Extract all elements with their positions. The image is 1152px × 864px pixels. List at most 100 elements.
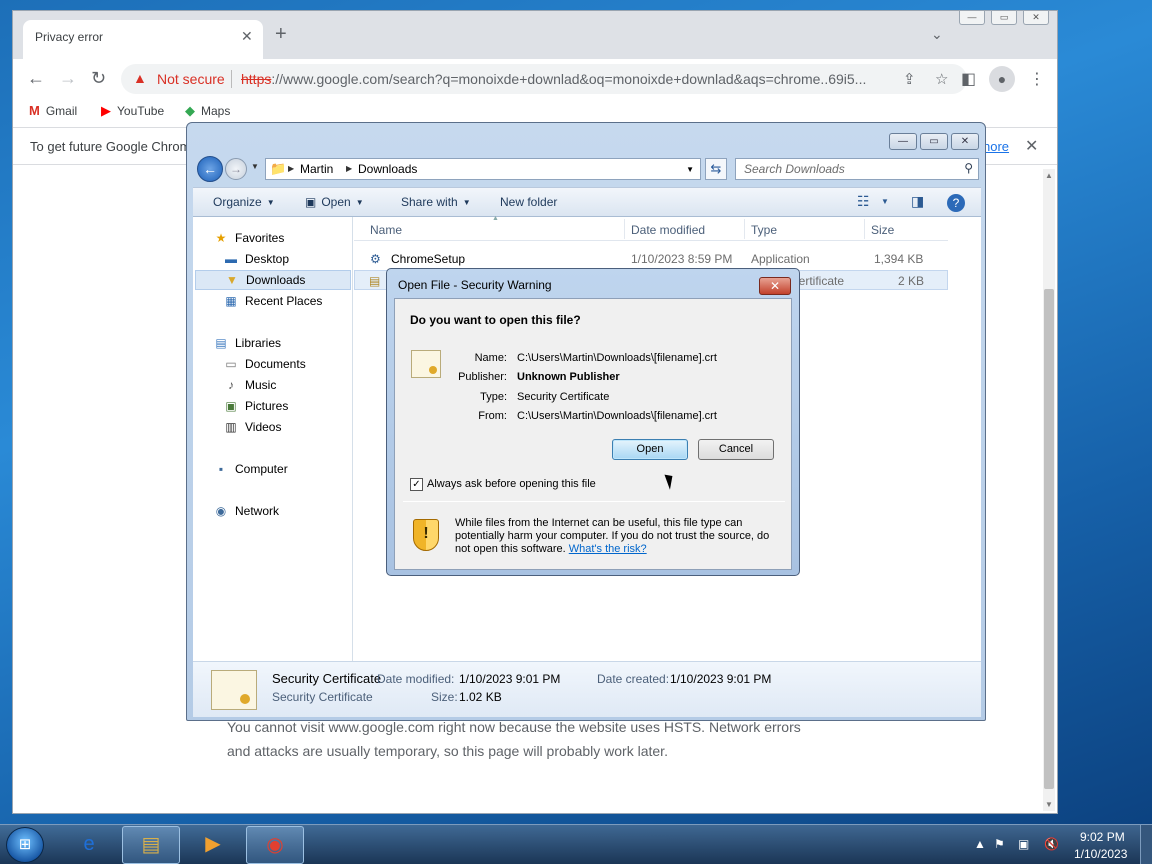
breadcrumb-martin[interactable]: Martin xyxy=(300,162,333,176)
dialog-title: Open File - Security Warning xyxy=(398,278,552,292)
clock-date[interactable]: 1/10/2023 xyxy=(1074,847,1127,861)
minimize-button[interactable]: — xyxy=(959,11,985,25)
always-ask-checkbox[interactable]: ✓ xyxy=(410,478,423,491)
chrome-window-controls: — ▭ ✕ xyxy=(959,11,1049,25)
explorer-minimize-button[interactable]: — xyxy=(889,133,917,150)
media-player-icon[interactable]: ▶ xyxy=(184,826,242,864)
bookmark-maps[interactable]: ◆ Maps xyxy=(185,103,230,119)
share-icon[interactable]: ⇪ xyxy=(903,70,916,88)
show-desktop-button[interactable] xyxy=(1140,825,1152,864)
column-size[interactable]: Size xyxy=(871,223,894,237)
tab-close-icon[interactable]: ✕ xyxy=(241,28,253,45)
file-row[interactable]: ⚙ ChromeSetup 1/10/2023 8:59 PM Applicat… xyxy=(354,249,948,269)
nav-recent-places[interactable]: ▦ Recent Places xyxy=(223,291,379,311)
view-dropdown-icon[interactable]: ▼ xyxy=(881,197,889,206)
url-text[interactable]: https://www.google.com/search?q=monoixde… xyxy=(241,71,901,87)
column-date-modified[interactable]: Date modified xyxy=(631,223,705,237)
nav-libraries-label: Libraries xyxy=(235,336,282,350)
omnibox-divider xyxy=(231,70,232,88)
close-button[interactable]: ✕ xyxy=(1023,11,1049,25)
videos-icon: ▥ xyxy=(225,420,237,434)
nav-network[interactable]: ◉ Network xyxy=(213,501,369,521)
new-tab-button[interactable]: + xyxy=(275,24,287,44)
open-button[interactable]: ▣ Open ▼ xyxy=(305,195,364,209)
view-options-icon[interactable]: ☷ xyxy=(857,193,870,210)
bookmark-gmail[interactable]: M Gmail xyxy=(29,103,77,118)
column-type[interactable]: Type xyxy=(751,223,777,237)
action-center-flag-icon[interactable]: ⚑ xyxy=(994,837,1005,851)
search-icon[interactable]: ⚲ xyxy=(964,161,973,175)
column-separator[interactable] xyxy=(864,219,865,239)
nav-pictures-label: Pictures xyxy=(245,399,289,413)
bookmark-maps-label: Maps xyxy=(201,104,231,118)
details-file-name: Security Certificate xyxy=(272,671,382,686)
share-with-button[interactable]: Share with ▼ xyxy=(401,195,471,209)
downloads-folder-icon: ▼ xyxy=(226,273,238,287)
back-button[interactable]: ← xyxy=(197,156,223,182)
clock-time[interactable]: 9:02 PM xyxy=(1080,830,1125,844)
nav-downloads[interactable]: ▼ Downloads xyxy=(195,270,351,290)
new-folder-button[interactable]: New folder xyxy=(500,195,557,209)
back-arrow-icon[interactable]: ← xyxy=(27,68,45,88)
warning-triangle-icon[interactable]: ▲ xyxy=(133,70,147,86)
column-separator[interactable] xyxy=(624,219,625,239)
side-panel-icon[interactable]: ◧ xyxy=(961,69,976,89)
volume-muted-icon[interactable]: 🔇 xyxy=(1044,837,1059,851)
infobar-learn-more-link[interactable]: nore xyxy=(983,139,1009,154)
address-dropdown-icon[interactable]: ▼ xyxy=(686,165,694,174)
profile-avatar-icon[interactable]: ● xyxy=(989,66,1015,92)
organize-button[interactable]: Organize ▼ xyxy=(213,195,275,209)
explorer-address-bar[interactable]: 📁 ▶ Martin ▶ Downloads ▼ xyxy=(265,158,701,180)
file-explorer-icon[interactable]: ▤ xyxy=(122,826,180,864)
not-secure-label[interactable]: Not secure xyxy=(157,71,225,87)
breadcrumb-downloads[interactable]: Downloads xyxy=(358,162,417,176)
start-button-icon[interactable]: ⊞ xyxy=(6,827,44,863)
whats-the-risk-link[interactable]: What's the risk? xyxy=(569,543,647,555)
bookmark-star-icon[interactable]: ☆ xyxy=(935,70,948,88)
nav-computer[interactable]: ▪ Computer xyxy=(213,459,369,479)
explorer-maximize-button[interactable]: ▭ xyxy=(920,133,948,150)
network-tray-icon[interactable]: ▣ xyxy=(1018,837,1029,851)
scroll-up-icon[interactable]: ▲ xyxy=(1045,171,1053,180)
cancel-button[interactable]: Cancel xyxy=(698,439,774,460)
nav-music[interactable]: ♪ Music xyxy=(223,375,379,395)
scroll-down-icon[interactable]: ▼ xyxy=(1045,800,1053,809)
menu-kebab-icon[interactable]: ⋮ xyxy=(1029,69,1045,89)
infobar-close-icon[interactable]: ✕ xyxy=(1025,136,1038,156)
dialog-close-button[interactable]: ✕ xyxy=(759,277,791,295)
nav-favorites[interactable]: ★ Favorites xyxy=(213,228,369,248)
dialog-body: Do you want to open this file? Name: C:\… xyxy=(394,298,792,570)
preview-pane-icon[interactable]: ◨ xyxy=(911,193,924,210)
breadcrumb-arrow-icon[interactable]: ▶ xyxy=(346,164,352,173)
help-icon[interactable]: ? xyxy=(947,194,965,212)
internet-explorer-icon[interactable]: e xyxy=(60,826,118,864)
recent-pages-dropdown-icon[interactable]: ▼ xyxy=(251,162,259,171)
nav-libraries[interactable]: ▤ Libraries xyxy=(213,333,369,353)
tab-search-icon[interactable]: ⌄ xyxy=(931,26,943,43)
nav-videos[interactable]: ▥ Videos xyxy=(223,417,379,437)
publisher-label: Publisher: xyxy=(458,371,507,383)
scroll-thumb[interactable] xyxy=(1044,289,1054,789)
address-bar[interactable]: ▲ Not secure https://www.google.com/sear… xyxy=(121,64,967,94)
chrome-icon[interactable]: ◉ xyxy=(246,826,304,864)
tab-privacy-error[interactable]: Privacy error ✕ xyxy=(23,20,263,59)
page-scrollbar[interactable]: ▲ ▼ xyxy=(1043,169,1055,811)
restore-button[interactable]: ▭ xyxy=(991,11,1017,25)
bookmark-youtube[interactable]: ▶ YouTube xyxy=(101,103,164,119)
maps-icon: ◆ xyxy=(185,103,195,118)
open-button[interactable]: Open xyxy=(612,439,688,460)
column-separator[interactable] xyxy=(744,219,745,239)
sort-indicator-icon: ▲ xyxy=(492,215,499,222)
breadcrumb-arrow-icon[interactable]: ▶ xyxy=(288,164,294,173)
tray-overflow-icon[interactable]: ▲ xyxy=(974,837,986,851)
explorer-close-button[interactable]: ✕ xyxy=(951,133,979,150)
search-input[interactable]: Search Downloads ⚲ xyxy=(735,158,979,180)
reload-icon[interactable]: ↻ xyxy=(91,68,106,88)
forward-button[interactable]: → xyxy=(225,158,247,180)
forward-arrow-icon[interactable]: → xyxy=(59,68,77,88)
refresh-icon[interactable]: ⇆ xyxy=(705,158,727,180)
nav-pictures[interactable]: ▣ Pictures xyxy=(223,396,379,416)
nav-documents[interactable]: ▭ Documents xyxy=(223,354,379,374)
column-name[interactable]: Name xyxy=(370,223,402,237)
always-ask-label[interactable]: Always ask before opening this file xyxy=(427,478,596,490)
